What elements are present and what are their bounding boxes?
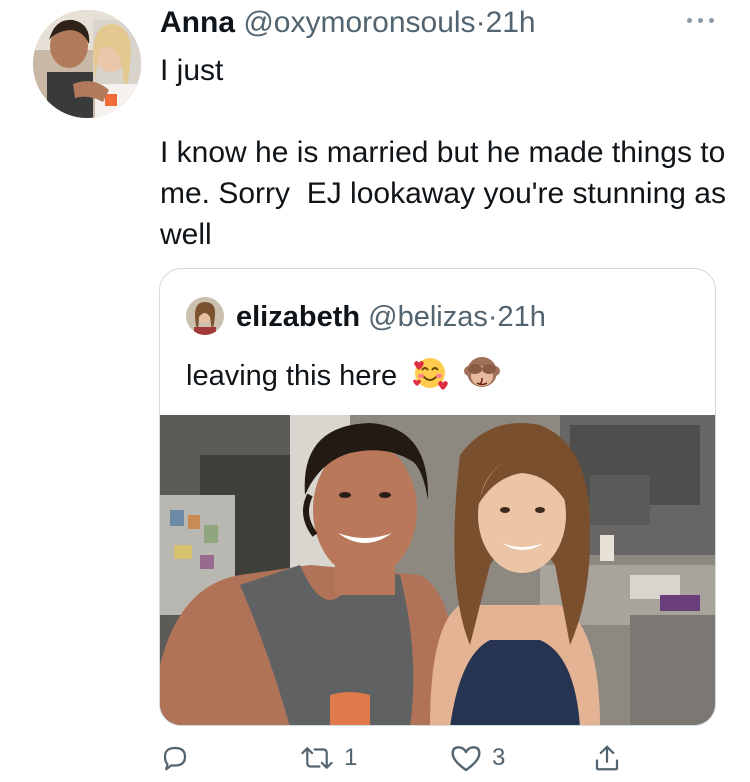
quoted-author-handle[interactable]: @belizas — [368, 301, 488, 333]
tweet-text: I just I know he is married but he made … — [160, 54, 726, 251]
selfie-photo — [160, 415, 715, 725]
avatar-photo — [33, 10, 141, 118]
reply-button[interactable] — [160, 738, 200, 778]
quoted-tweet[interactable]: elizabeth @belizas·21h leaving this here — [159, 268, 716, 726]
tweet-header: Anna @oxymoronsouls·21h — [160, 4, 536, 42]
reply-bubble-icon — [163, 746, 187, 771]
quoted-tweet-text-line: leaving this here — [186, 353, 501, 402]
more-dots-icon — [698, 18, 703, 23]
quoted-author-name[interactable]: elizabeth — [236, 301, 360, 333]
author-name[interactable]: Anna — [160, 6, 235, 39]
author-avatar[interactable] — [33, 10, 141, 118]
share-icon — [595, 745, 619, 771]
quoted-avatar-photo — [186, 297, 224, 335]
like-button[interactable]: 3 — [450, 738, 505, 778]
quoted-tweet-header: elizabeth @belizas·21h — [236, 297, 546, 337]
smiling-face-with-hearts-icon — [411, 353, 449, 402]
more-dots-icon — [709, 18, 714, 23]
more-options-button[interactable] — [683, 8, 723, 32]
see-no-evil-monkey-icon — [463, 353, 501, 402]
retweet-icon — [301, 747, 333, 769]
quoted-header-separator: · — [487, 301, 498, 333]
quoted-timestamp[interactable]: 21h — [498, 301, 546, 333]
retweet-count: 1 — [344, 744, 358, 771]
tweet-timestamp[interactable]: 21h — [486, 6, 536, 39]
more-dots-icon — [687, 18, 692, 23]
tweet-action-bar: 1 3 — [160, 738, 640, 778]
author-handle[interactable]: @oxymoronsouls — [243, 6, 475, 39]
retweet-button[interactable]: 1 — [300, 738, 357, 778]
quoted-tweet-text: leaving this here — [186, 360, 398, 393]
quoted-tweet-photo[interactable] — [160, 415, 715, 725]
header-separator: · — [475, 6, 486, 39]
tweet[interactable]: Anna @oxymoronsouls·21h I just I know he… — [0, 0, 750, 782]
heart-icon — [451, 746, 481, 772]
share-button[interactable] — [592, 738, 622, 778]
like-count: 3 — [492, 744, 506, 771]
quoted-author-avatar[interactable] — [186, 297, 224, 335]
